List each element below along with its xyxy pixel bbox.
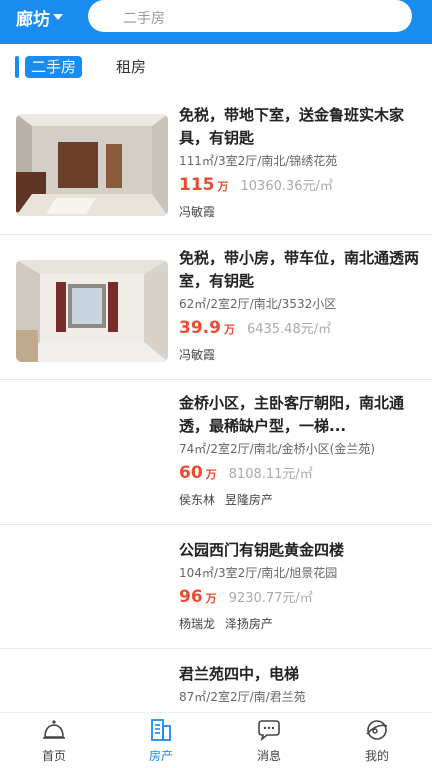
listing-meta: 111㎡/3室2厅/南北/锦绣花苑 [179,154,338,168]
nav-messages[interactable]: 消息 [229,717,309,764]
listing-item[interactable]: 金桥小区，主卧客厅朝阳，南北通透，最稀缺户型，一梯... 74㎡/2室2厅/南北… [0,380,432,525]
listing-photo [16,114,168,216]
message-icon [258,720,280,742]
search-input[interactable]: 二手房 [88,0,412,32]
listing-meta: 104㎡/3室2厅/南北/旭景花园 [179,566,338,580]
listing-title: 金桥小区，主卧客厅朝阳，南北通透，最稀缺户型，一梯... [179,394,405,435]
listing-price: 115 [179,175,215,195]
agency-name: 昱隆房产 [224,493,273,507]
unit-price: 10360.36元/㎡ [240,179,333,194]
price-unit: 万 [205,468,217,481]
category-tabs: 二手房 租房 [0,44,432,92]
listing-item[interactable]: 公园西门有钥匙黄金四楼 104㎡/3室2厅/南北/旭景花园 96 万 9230.… [0,525,432,649]
nav-label: 我的 [364,749,389,763]
nav-label: 房产 [148,749,173,763]
listing-title: 君兰苑四中，电梯 [179,665,300,683]
tab-second-hand[interactable]: 二手房 [25,56,83,78]
listing-meta: 87㎡/2室2厅/南/君兰苑 [179,690,306,704]
nav-profile[interactable]: 我的 [337,717,417,764]
listing-item[interactable]: 免税，带地下室，送金鲁班实木家具，有钥匙 111㎡/3室2厅/南北/锦绣花苑 1… [0,92,432,235]
listing-item[interactable]: 免税，带小房，带车位，南北通透两室，有钥匙 62㎡/2室2厅/南北/3532小区… [0,235,432,380]
agency-name: 泽扬房产 [224,617,273,631]
tab-indicator [15,56,19,78]
listing-title: 公园西门有钥匙黄金四楼 [179,541,345,559]
listing-agent: 冯敏霞 [179,346,419,363]
listing-price: 60 [179,463,203,483]
listing-photo [16,260,168,362]
listing-meta: 74㎡/2室2厅/南北/金桥小区(金兰苑) [179,442,376,456]
listing-price: 39.9 [179,318,221,338]
search-placeholder: 二手房 [123,11,165,27]
agent-name: 侯东林 [179,493,216,507]
unit-price: 9230.77元/㎡ [228,591,313,606]
listing-price: 96 [179,587,203,607]
nav-home[interactable]: 首页 [14,717,94,764]
nav-label: 消息 [256,749,281,763]
agent-name: 杨瑞龙 [179,617,216,631]
listing-agent: 侯东林 昱隆房产 [179,491,419,508]
city-label: 廊坊 [16,9,50,30]
unit-price: 8108.11元/㎡ [228,467,313,482]
building-icon [151,719,171,741]
listing-meta: 62㎡/2室2厅/南北/3532小区 [179,297,337,311]
listing-agent: 冯敏霞 [179,203,419,220]
city-selector[interactable]: 廊坊 [16,6,63,30]
unit-price: 6435.48元/㎡ [246,322,332,337]
nav-label: 首页 [41,749,66,763]
home-icon [43,720,65,739]
top-bar: 廊坊 二手房 [0,0,432,44]
agent-name: 冯敏霞 [179,348,216,362]
price-unit: 万 [217,180,229,193]
listing-list: 免税，带地下室，送金鲁班实木家具，有钥匙 111㎡/3室2厅/南北/锦绣花苑 1… [0,92,432,712]
price-unit: 万 [223,323,235,336]
listing-title: 免税，带地下室，送金鲁班实木家具，有钥匙 [179,106,405,147]
bottom-nav: 首页 房产 消息 我的 [0,712,432,768]
caret-down-icon [53,14,63,20]
listing-item[interactable]: 君兰苑四中，电梯 87㎡/2室2厅/南/君兰苑 [0,649,432,712]
profile-icon [366,720,388,740]
agent-name: 冯敏霞 [179,205,216,219]
listing-title: 免税，带小房，带车位，南北通透两室，有钥匙 [179,249,420,290]
nav-property[interactable]: 房产 [121,717,201,764]
tab-rental[interactable]: 租房 [116,56,146,78]
listing-agent: 杨瑞龙 泽扬房产 [179,615,419,632]
price-unit: 万 [205,592,217,605]
